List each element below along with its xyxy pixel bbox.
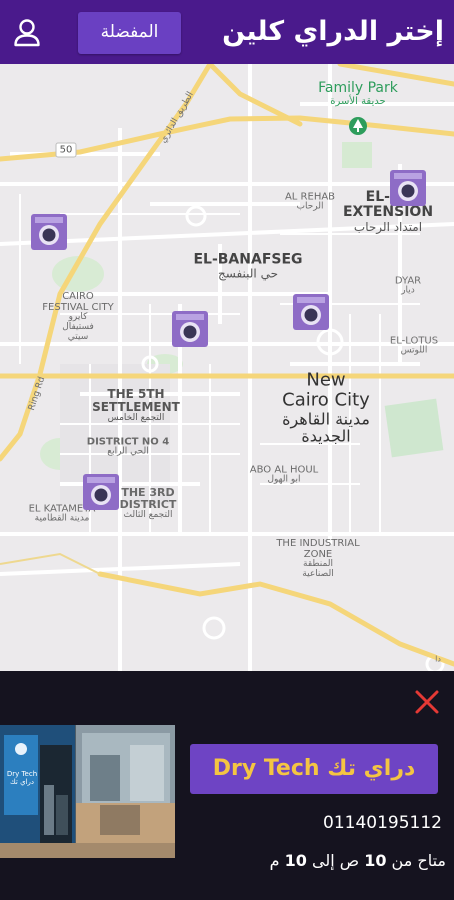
washing-machine-marker[interactable]	[292, 293, 330, 331]
washing-machine-marker[interactable]	[82, 473, 120, 511]
washing-machine-marker[interactable]	[171, 310, 209, 348]
road-shield-50: 50	[59, 144, 73, 156]
shop-details-card: Dry Tech دراي تك دراي تك Dry Tech 011401…	[0, 671, 454, 900]
map-label-al-rehab: AL REHAB الرحاب	[284, 191, 336, 212]
map-label-el-lotus: EL-LOTUS اللوتس	[389, 335, 439, 356]
page-title: إختر الدراي كلين	[222, 16, 444, 47]
user-icon[interactable]	[13, 18, 41, 48]
map-label-district-4: DISTRICT NO 4 الحي الرابع	[86, 436, 170, 457]
shop-sign-text: Dry Tech دراي تك	[6, 770, 38, 786]
app-header: إختر الدراي كلين المفضلة	[0, 0, 454, 64]
close-icon[interactable]	[414, 689, 440, 715]
map-label-abo-al-houl: ABO AL HOUL ابو الهول	[249, 464, 319, 485]
map-view[interactable]: Family Park حديقة الأسرة 50 الطريق الدائ…	[0, 64, 454, 671]
shop-name-badge: دراي تك Dry Tech	[190, 744, 438, 794]
map-label-new-cairo-city: New Cairo City مدينة القاهرة الجديدة	[282, 369, 370, 446]
map-label-3rd-district: THE 3RD DISTRICT التجمع الثالث	[119, 485, 177, 521]
map-label-dyar: DYAR ديار	[394, 275, 422, 296]
map-label-el-banafseg: EL-BANAFSEG حي البنفسج	[193, 251, 303, 282]
washing-machine-marker[interactable]	[389, 169, 427, 207]
map-label-family-park: Family Park حديقة الأسرة	[318, 79, 398, 108]
favorites-button[interactable]: المفضلة	[78, 12, 181, 54]
shop-phone[interactable]: 01140195112	[323, 813, 442, 833]
shop-photo: Dry Tech دراي تك	[0, 725, 175, 858]
shop-hours: متاح من 10 ص إلى 10 م	[269, 851, 446, 870]
map-label-cairo-festival-city: CAIRO FESTIVAL CITY كايرو فستيفال سيتي	[42, 291, 114, 342]
washing-machine-marker[interactable]	[30, 213, 68, 251]
map-label-industrial-zone: THE INDUSTRIAL ZONE المنطقة الصناعية	[276, 538, 360, 579]
map-label-5th-settlement: THE 5TH SETTLEMENT التجمع الخامس	[92, 386, 180, 424]
map-label-road-fragment: دا	[435, 654, 441, 664]
